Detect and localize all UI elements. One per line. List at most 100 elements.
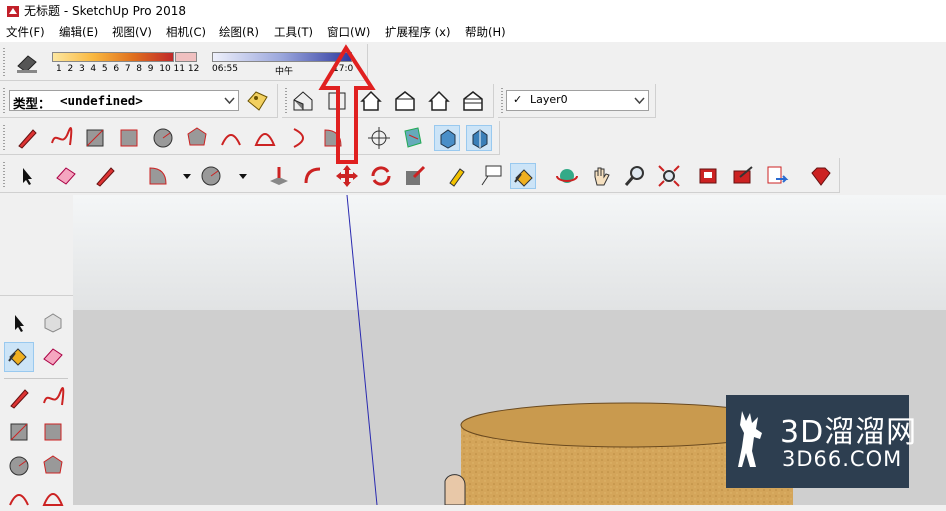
paint-bucket-tool-button[interactable] [510,163,536,189]
freehand-tool-button[interactable] [48,125,74,151]
arc-tool-button[interactable] [6,485,32,511]
arc-tool-button[interactable] [218,125,244,151]
make-component-button[interactable] [40,310,66,336]
select-tool-button[interactable] [14,163,40,189]
circle-tool-button[interactable] [198,163,224,189]
text-label-icon [481,165,502,186]
scale-icon [406,165,426,185]
share-component-button[interactable] [764,163,790,189]
orbit-tool-button[interactable] [554,163,580,189]
blue-axis-line [346,195,378,505]
layer-select[interactable]: ✓ Layer0 [506,90,649,111]
month-tick: 8 [136,64,143,74]
circle-tool-button[interactable] [6,453,32,479]
display-section-cuts-button[interactable] [466,125,492,151]
extension-warehouse-button[interactable] [808,163,834,189]
freehand-curve-icon [51,127,73,146]
rectangle-tool-button[interactable] [82,125,108,151]
eraser-icon [56,167,76,185]
red-up-arrow-annotation [318,44,376,164]
cursor-arrow-icon [23,168,32,185]
time-noon-label: 中午 [275,67,294,77]
eraser-tool-button[interactable] [53,163,79,189]
pencil-icon [10,389,29,409]
zoom-tool-button[interactable] [622,163,648,189]
polygon-tool-button[interactable] [184,125,210,151]
type-select-label: 类型： [13,96,51,111]
shapes-tool-button[interactable] [145,163,171,189]
pencil-icon [96,167,115,187]
display-section-planes-button[interactable] [434,125,460,151]
eraser-icon [43,348,63,366]
toolbar-grip[interactable] [3,125,5,151]
month-slider-end [175,52,197,62]
zoom-extents-button[interactable] [656,163,682,189]
toolbar-grip[interactable] [501,88,503,114]
section-cut-icon [472,129,488,149]
toolbar-grip[interactable] [285,88,287,114]
text-tool-button[interactable] [478,163,504,189]
month-slider[interactable] [52,52,174,62]
paint-bucket-tool-button[interactable] [4,342,34,372]
month-tick: 6 [113,64,120,74]
right-view-button[interactable] [392,88,418,114]
menu-help[interactable]: 帮助(H) [465,25,506,39]
time-start-label: 06:55 [212,64,238,74]
line-tool-button[interactable] [14,125,40,151]
tape-measure-tool-button[interactable] [444,163,470,189]
menu-tools[interactable]: 工具(T) [274,25,313,39]
menu-view[interactable]: 视图(V) [112,25,152,39]
type-select[interactable]: 类型： <undefined> [9,90,239,111]
dropdown-arrow-icon[interactable] [238,171,248,181]
menu-file[interactable]: 文件(F) [6,25,45,39]
toolbar-grip[interactable] [3,162,5,189]
polygon-tool-button[interactable] [40,453,66,479]
drawing-toolbar [0,121,500,155]
rotated-rectangle-tool-button[interactable] [116,125,142,151]
2pt-arc-tool-button[interactable] [40,485,66,511]
rectangle-icon [86,129,104,147]
shadow-toggle-button[interactable] [14,50,40,76]
dropdown-arrow-icon[interactable] [182,171,192,181]
type-select-value: <undefined> [60,93,143,108]
polygon-icon [43,455,63,474]
rectangle-tool-button[interactable] [6,419,32,445]
menu-bar: 文件(F) 编辑(E) 视图(V) 相机(C) 绘图(R) 工具(T) 窗口(W… [0,22,946,42]
toolbar-grip[interactable] [3,88,5,114]
pie-shape-icon [149,167,167,185]
pencil-icon [18,129,37,149]
line-tool-button[interactable] [6,385,32,411]
section-plane-button[interactable] [400,125,426,151]
eraser-box-icon [17,55,37,73]
section-display-icon [440,129,456,149]
eraser-tool-button[interactable] [40,344,66,370]
month-tick: 9 [147,64,154,74]
classifier-button[interactable] [245,88,271,114]
push-pull-tool-button[interactable] [266,163,292,189]
menu-camera[interactable]: 相机(C) [166,25,206,39]
menu-edit[interactable]: 编辑(E) [59,25,98,39]
3d-warehouse-button[interactable] [696,163,722,189]
toolbar-grip[interactable] [3,48,5,76]
menu-extensions[interactable]: 扩展程序 (x) [385,25,450,39]
left-view-button[interactable] [460,88,486,114]
month-tick: 5 [101,64,108,74]
rotated-rectangle-tool-button[interactable] [40,419,66,445]
pencil-tool-button[interactable] [92,163,118,189]
title-bar: 无标题 - SketchUp Pro 2018 [0,0,946,22]
watermark-logo: 3D溜溜网 3D66.COM [726,395,916,488]
menu-window[interactable]: 窗口(W) [327,25,370,39]
2pt-arc-tool-button[interactable] [252,125,278,151]
component-type-toolbar: 类型： <undefined> [0,84,278,118]
select-tool-button[interactable] [6,310,32,336]
circle-tool-button[interactable] [150,125,176,151]
month-tick: 4 [90,64,97,74]
back-view-button[interactable] [426,88,452,114]
freehand-tool-button[interactable] [40,385,66,411]
menu-draw[interactable]: 绘图(R) [219,25,259,39]
share-model-button[interactable] [730,163,756,189]
house-right-icon [395,91,415,111]
window-title: 无标题 - SketchUp Pro 2018 [24,4,186,18]
scale-tool-button[interactable] [402,163,428,189]
pan-tool-button[interactable] [588,163,614,189]
